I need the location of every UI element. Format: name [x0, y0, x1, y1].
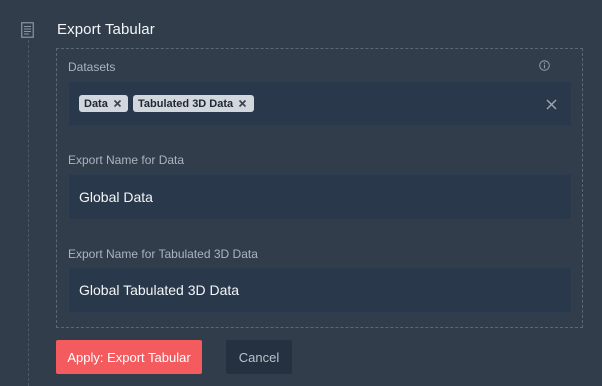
- export-name-data-input[interactable]: [68, 174, 572, 220]
- step-title: Export Tabular: [57, 21, 155, 38]
- step-timeline-line: [28, 40, 29, 386]
- cancel-button[interactable]: Cancel: [226, 340, 292, 374]
- remove-chip-icon[interactable]: [113, 99, 122, 108]
- dataset-chip: Tabulated 3D Data: [133, 95, 254, 112]
- info-icon[interactable]: [539, 60, 550, 71]
- dataset-chip: Data: [79, 95, 128, 112]
- dataset-chip-label: Tabulated 3D Data: [138, 97, 234, 110]
- document-icon: [21, 22, 34, 38]
- datasets-label: Datasets: [68, 60, 116, 74]
- export-settings-panel: Datasets Data Tabulated 3D Data Export N…: [56, 48, 583, 328]
- datasets-multiselect[interactable]: Data Tabulated 3D Data: [68, 81, 572, 126]
- close-icon[interactable]: [546, 99, 557, 110]
- apply-export-button[interactable]: Apply: Export Tabular: [56, 340, 202, 374]
- export-name-data-label: Export Name for Data: [68, 153, 185, 167]
- export-name-tabulated-input[interactable]: [68, 267, 572, 313]
- remove-chip-icon[interactable]: [238, 99, 247, 108]
- export-name-tabulated-label: Export Name for Tabulated 3D Data: [68, 247, 258, 261]
- dataset-chip-label: Data: [84, 97, 108, 110]
